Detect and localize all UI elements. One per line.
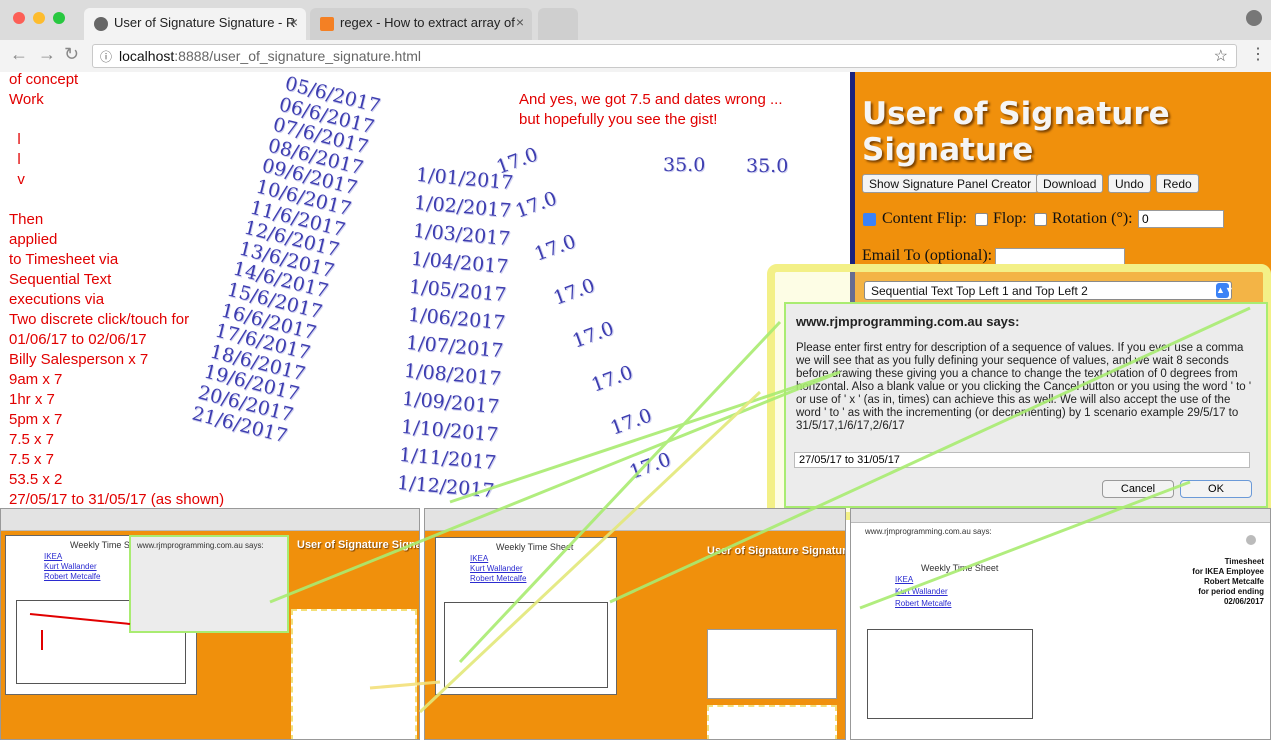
tab-title: User of Signature Signature - R xyxy=(114,15,296,30)
arrow-line xyxy=(369,680,441,690)
arrow-line xyxy=(269,370,841,604)
minimize-window-button[interactable] xyxy=(33,12,45,24)
red-arrow-line xyxy=(29,613,131,625)
arrow-line xyxy=(609,306,1251,604)
bookmark-star-icon[interactable]: ☆ xyxy=(1214,46,1228,66)
url-path: :8888/user_of_signature_signature.html xyxy=(174,48,421,64)
tab-inactive[interactable]: regex - How to extract array of × xyxy=(310,8,532,40)
profile-icon[interactable] xyxy=(1246,10,1262,26)
close-tab-icon[interactable]: × xyxy=(516,14,524,30)
arrow-line xyxy=(458,320,782,664)
menu-icon[interactable]: ⋮ xyxy=(1250,44,1266,64)
close-tab-icon[interactable]: × xyxy=(290,14,298,30)
forward-icon[interactable]: → xyxy=(38,44,56,65)
arrow-line xyxy=(859,480,1191,610)
url-host: localhost xyxy=(119,48,175,64)
tab-active[interactable]: User of Signature Signature - R × xyxy=(84,8,306,40)
annotation-arrows xyxy=(29,306,1251,714)
stackoverflow-icon xyxy=(320,17,334,31)
reload-icon[interactable]: ↻ xyxy=(64,44,79,65)
arrow-line xyxy=(449,370,841,504)
back-icon[interactable]: ← xyxy=(10,44,28,65)
info-icon: ⓘ xyxy=(100,50,113,64)
close-window-button[interactable] xyxy=(13,12,25,24)
github-icon xyxy=(94,17,108,31)
browser-chrome: User of Signature Signature - R × regex … xyxy=(0,0,1271,72)
new-tab-button[interactable] xyxy=(538,8,578,40)
page-content: Some proof of concept Work l l v Then ap… xyxy=(0,72,1271,740)
arrow-line xyxy=(418,390,762,714)
address-bar[interactable]: ⓘ localhost:8888/user_of_signature_signa… xyxy=(92,44,1237,68)
tab-title: regex - How to extract array of xyxy=(340,15,515,30)
maximize-window-button[interactable] xyxy=(53,12,65,24)
